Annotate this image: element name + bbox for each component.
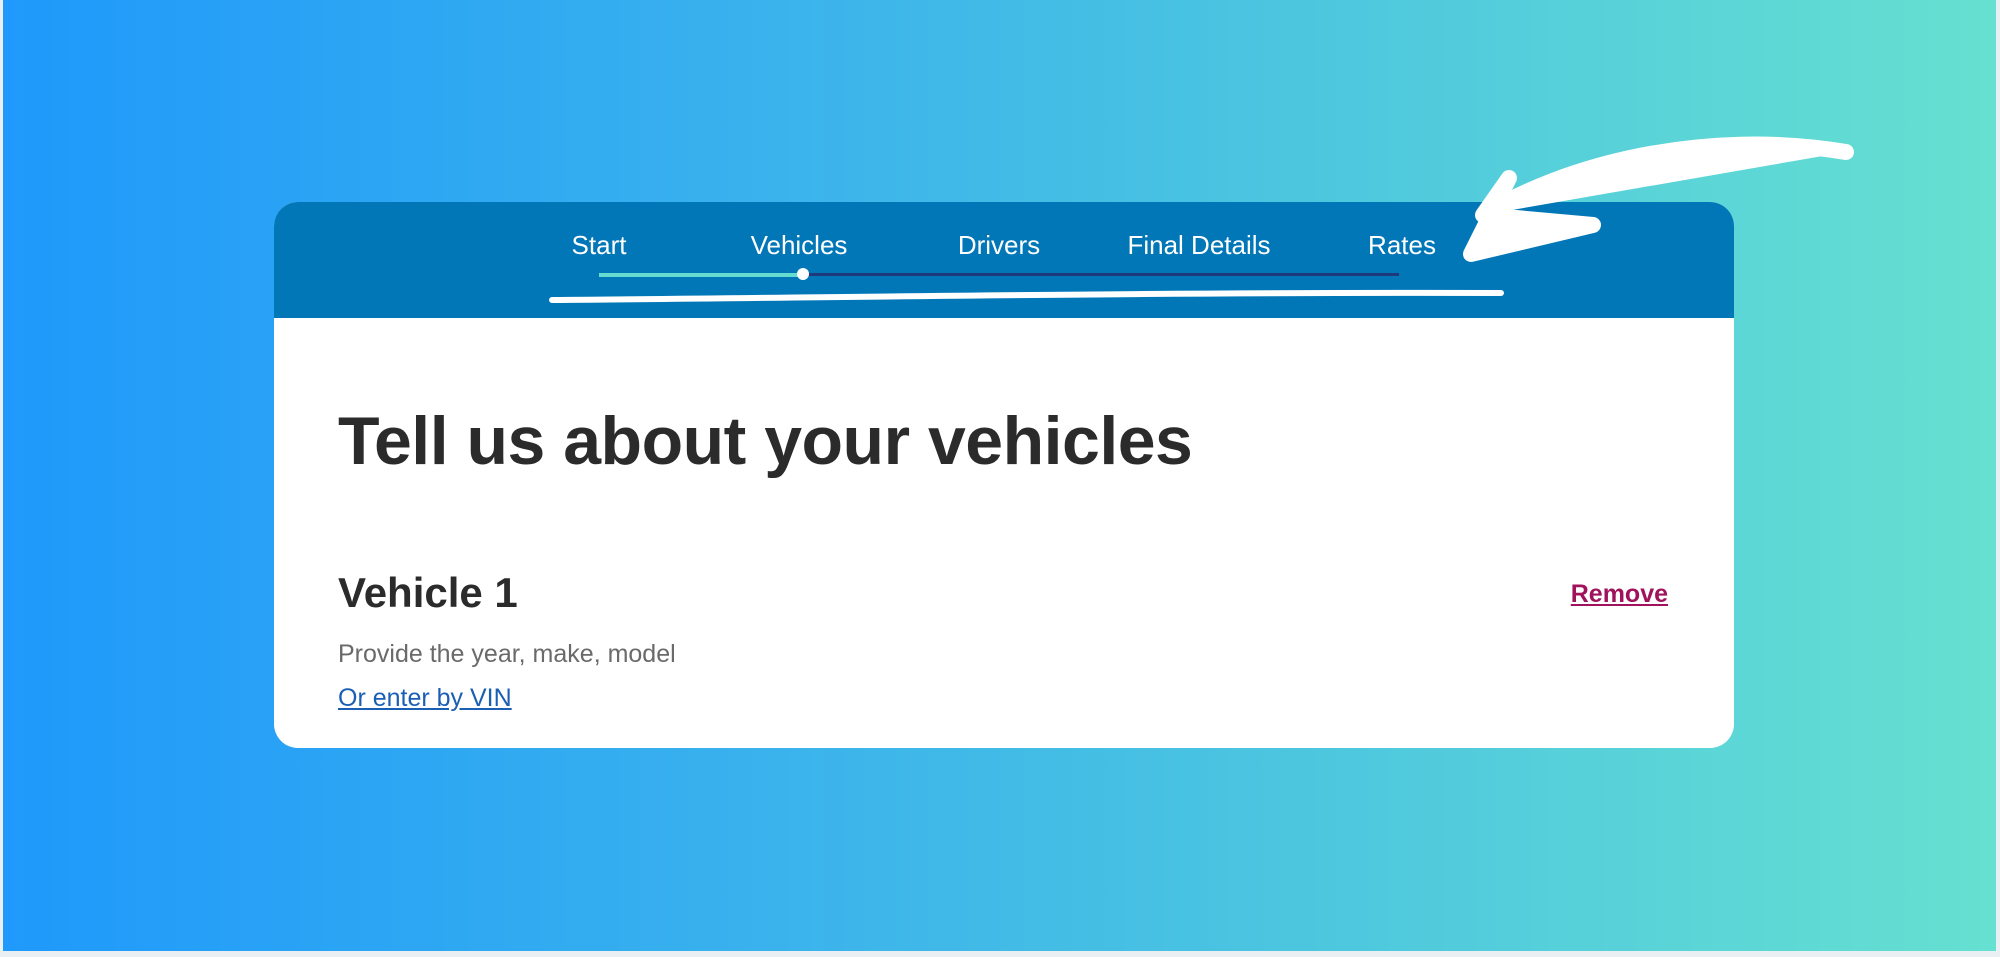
- background-canvas: Start Vehicles Drivers Final Details Rat…: [0, 0, 2000, 957]
- step-final-details[interactable]: Final Details: [1127, 230, 1270, 261]
- progress-fill: [599, 273, 803, 277]
- vehicle-instruction: Provide the year, make, model: [338, 640, 676, 668]
- step-vehicles[interactable]: Vehicles: [751, 230, 848, 261]
- page-title: Tell us about your vehicles: [338, 403, 1193, 479]
- remove-vehicle-link[interactable]: Remove: [1571, 580, 1668, 609]
- enter-by-vin-link[interactable]: Or enter by VIN: [338, 684, 512, 713]
- progress-current-dot: [797, 268, 809, 280]
- progress-stepper: Start Vehicles Drivers Final Details Rat…: [274, 202, 1734, 318]
- step-rates[interactable]: Rates: [1368, 230, 1436, 261]
- step-start[interactable]: Start: [572, 230, 627, 261]
- step-drivers[interactable]: Drivers: [958, 230, 1040, 261]
- vehicle-form-card: Start Vehicles Drivers Final Details Rat…: [274, 202, 1734, 748]
- vehicle-heading: Vehicle 1: [338, 569, 518, 616]
